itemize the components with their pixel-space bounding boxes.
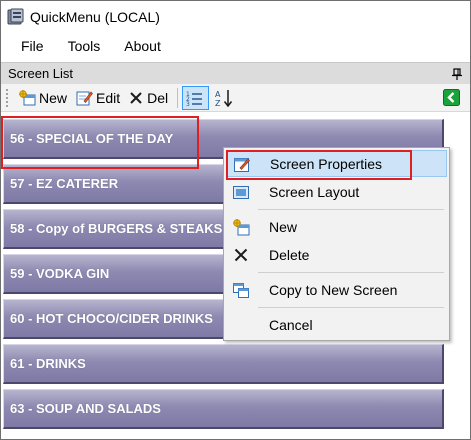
- menu-separator: [258, 307, 444, 308]
- menu-file[interactable]: File: [1, 32, 56, 60]
- window-title: QuickMenu (LOCAL): [30, 8, 160, 25]
- new-icon: [228, 213, 254, 240]
- menu-item-label: Screen Properties: [270, 155, 383, 172]
- menu-item-delete[interactable]: Delete: [226, 241, 447, 268]
- title-bar: QuickMenu (LOCAL): [1, 1, 470, 32]
- edit-button[interactable]: Edit: [72, 86, 123, 110]
- menu-item-new[interactable]: New: [226, 213, 447, 240]
- menu-item-copy-to-new-screen[interactable]: Copy to New Screen: [226, 276, 447, 303]
- properties-icon: [229, 150, 255, 177]
- menu-item-cancel[interactable]: Cancel: [226, 311, 447, 338]
- pin-icon[interactable]: [452, 67, 462, 80]
- menu-separator: [258, 209, 444, 210]
- menu-bar: File Tools About: [1, 32, 470, 60]
- delete-x-icon: [228, 241, 254, 268]
- layout-icon: [228, 178, 254, 205]
- quickmenu-window: QuickMenu (LOCAL) File Tools About Scree…: [0, 0, 471, 440]
- menu-item-label: Copy to New Screen: [269, 281, 398, 298]
- list-view-icon: 1 2 3: [186, 91, 203, 107]
- new-button-label: New: [39, 89, 68, 106]
- svg-text:3: 3: [186, 101, 190, 107]
- menu-about[interactable]: About: [112, 32, 173, 60]
- screen-item[interactable]: 63 - SOUP AND SALADS: [3, 389, 444, 429]
- quickmenu-app-icon: [7, 8, 25, 26]
- toolbar: New Edit Del 1 2 3 A Z: [1, 84, 470, 112]
- screen-list-header: Screen List: [1, 62, 470, 84]
- svg-text:A: A: [215, 90, 221, 99]
- context-menu: Screen Properties Screen Layout New Dele…: [223, 147, 450, 341]
- edit-icon: [76, 91, 93, 105]
- menu-item-screen-layout[interactable]: Screen Layout: [226, 178, 447, 205]
- menu-item-label: Screen Layout: [269, 183, 360, 200]
- menu-item-label: New: [269, 218, 298, 235]
- delete-x-icon: [130, 91, 142, 104]
- sort-button[interactable]: A Z: [211, 86, 240, 110]
- menu-separator: [258, 272, 444, 273]
- menu-item-label: Cancel: [269, 316, 313, 333]
- svg-text:Z: Z: [215, 99, 221, 108]
- menu-item-screen-properties[interactable]: Screen Properties: [226, 150, 447, 177]
- delete-button[interactable]: Del: [125, 86, 171, 110]
- toolbar-separator: [177, 87, 179, 108]
- panel-title: Screen List: [8, 66, 74, 81]
- edit-button-label: Edit: [96, 89, 121, 106]
- menu-item-label: Delete: [269, 246, 310, 263]
- sort-az-icon: A Z: [215, 89, 233, 108]
- new-icon: [19, 89, 36, 105]
- menu-tools[interactable]: Tools: [56, 32, 113, 60]
- screen-item[interactable]: 61 - DRINKS: [3, 344, 444, 384]
- copy-icon: [228, 276, 254, 303]
- list-view-button[interactable]: 1 2 3: [182, 85, 210, 110]
- toolbar-grip[interactable]: [5, 87, 9, 108]
- delete-button-label: Del: [147, 89, 169, 106]
- new-button[interactable]: New: [15, 86, 70, 110]
- green-back-arrow-icon[interactable]: [443, 89, 460, 106]
